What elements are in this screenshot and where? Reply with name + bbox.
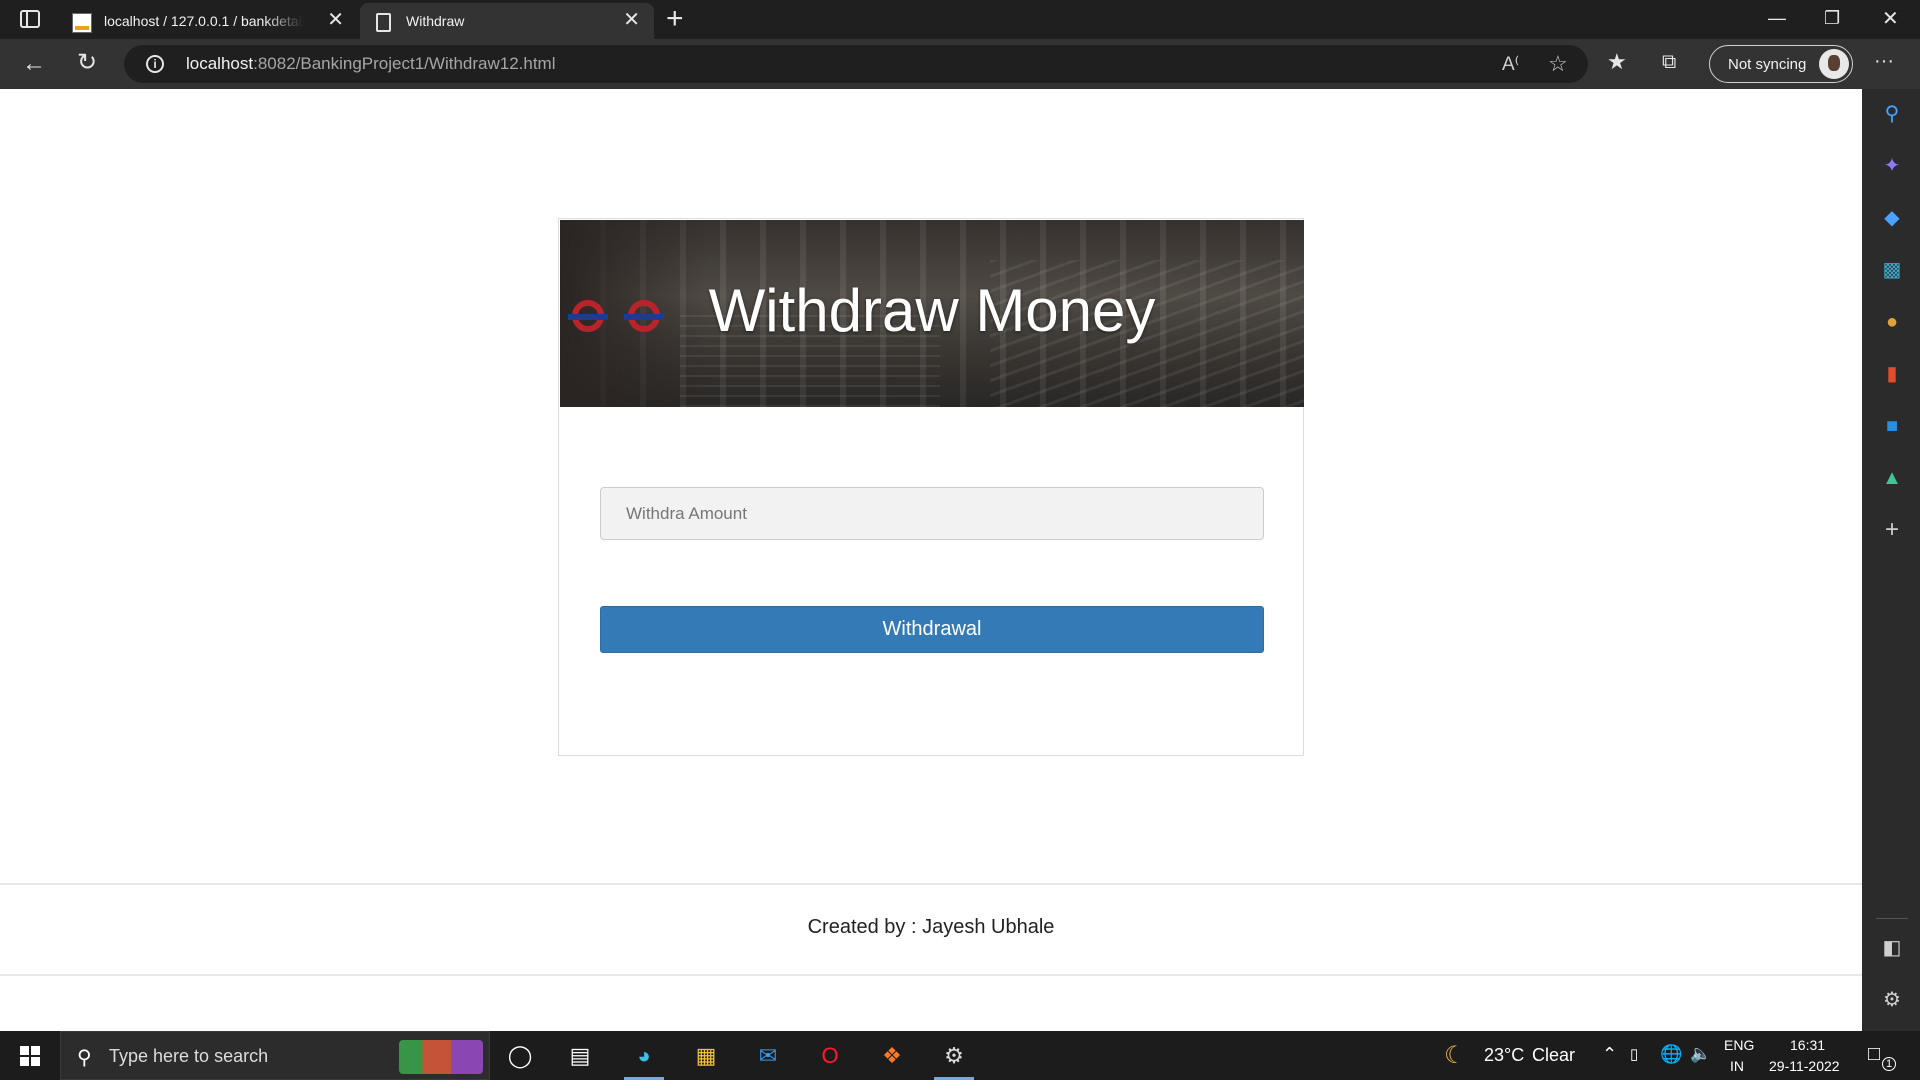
games-icon[interactable]: ● — [1881, 311, 1903, 333]
url-host: localhost — [186, 54, 254, 73]
notification-count-badge: 1 — [1882, 1057, 1896, 1071]
notifications-icon[interactable]: □ — [1868, 1043, 1880, 1066]
add-sidebar-app-icon[interactable]: + — [1881, 518, 1903, 542]
network-globe-icon[interactable]: 🌐 — [1660, 1044, 1682, 1065]
settings-gear-icon[interactable]: ⚙ — [1881, 989, 1903, 1011]
profile-sync-button[interactable]: Not syncing — [1709, 45, 1853, 83]
url-path: :8082/BankingProject1/Withdraw12.html — [253, 54, 556, 73]
phpmyadmin-favicon-icon — [72, 13, 92, 33]
windows-start-icon[interactable] — [20, 1046, 40, 1066]
battery-icon[interactable]: ▯ — [1630, 1045, 1638, 1063]
windows-taskbar: ⚲ Type here to search ◯ ▤ ◕ ▦ ✉ O ❖ ⚙ ☾ … — [0, 1031, 1920, 1080]
language-code[interactable]: ENG — [1724, 1037, 1754, 1053]
search-icon: ⚲ — [77, 1047, 92, 1069]
hero-banner: Withdraw Money — [560, 220, 1304, 407]
restore-icon[interactable]: ❐ — [1824, 8, 1840, 29]
xampp-icon[interactable]: ❖ — [876, 1040, 908, 1072]
edge-sidebar: ⚲ ✦ ◆ ▩ ● ▮ ■ ▲ + ◧ ⚙ — [1862, 89, 1920, 1031]
edge-browser-icon[interactable]: ◕ — [628, 1040, 660, 1072]
tab-title: Withdraw — [406, 13, 465, 29]
page-favicon-icon — [376, 13, 391, 32]
read-aloud-icon[interactable]: A⁽ — [1502, 53, 1519, 76]
task-view-icon[interactable]: ▤ — [564, 1040, 596, 1072]
weather-moon-icon[interactable]: ☾ — [1444, 1041, 1466, 1070]
withdraw-card: Withdraw Money Withdrawal — [558, 218, 1304, 756]
weather-temperature[interactable]: 23°C — [1484, 1045, 1524, 1066]
hide-sidebar-icon[interactable]: ◧ — [1881, 937, 1903, 959]
minimize-icon[interactable]: — — [1768, 8, 1786, 29]
withdrawal-button[interactable]: Withdrawal — [600, 606, 1264, 653]
sync-label: Not syncing — [1728, 56, 1807, 73]
page-title: Withdraw Money — [708, 277, 1156, 344]
site-info-icon[interactable]: i — [146, 55, 164, 73]
add-favorite-icon[interactable]: ☆ — [1548, 51, 1568, 77]
more-options-icon[interactable]: ··· — [1874, 49, 1894, 73]
outlook-icon[interactable]: ■ — [1881, 415, 1903, 437]
collections-icon[interactable]: ⧉ — [1662, 50, 1676, 74]
search-icon[interactable]: ⚲ — [1881, 103, 1903, 125]
copilot-sparkle-icon[interactable]: ✦ — [1881, 155, 1903, 177]
refresh-icon[interactable]: ↻ — [77, 51, 97, 75]
footer-credit: Created by : Jayesh Ubhale — [807, 916, 1055, 938]
url-text[interactable]: localhost:8082/BankingProject1/Withdraw1… — [186, 54, 556, 74]
search-highlight-gifts-icon — [399, 1040, 483, 1074]
tab-withdraw[interactable]: Withdraw ✕ — [360, 3, 654, 39]
weather-description[interactable]: Clear — [1532, 1045, 1575, 1066]
mail-icon[interactable]: ✉ — [752, 1040, 784, 1072]
clock-time[interactable]: 16:31 — [1790, 1037, 1825, 1053]
browser-titlebar: localhost / 127.0.0.1 / bankdetails ✕ Wi… — [0, 0, 1920, 39]
shopping-tag-icon[interactable]: ◆ — [1881, 207, 1903, 229]
tab-title: localhost / 127.0.0.1 / bankdetails — [104, 13, 304, 29]
office-icon[interactable]: ▮ — [1881, 363, 1903, 385]
cortana-icon[interactable]: ◯ — [504, 1040, 536, 1072]
address-bar[interactable]: i localhost:8082/BankingProject1/Withdra… — [124, 45, 1588, 83]
tab-actions-icon[interactable] — [20, 10, 40, 28]
footer-divider — [0, 883, 1862, 885]
withdraw-amount-input[interactable] — [600, 487, 1264, 540]
file-explorer-icon[interactable]: ▦ — [690, 1040, 722, 1072]
opera-icon[interactable]: O — [814, 1040, 846, 1072]
page-content: Withdraw Money Withdrawal Created by : J… — [0, 89, 1862, 1031]
new-tab-button[interactable]: + — [666, 4, 684, 34]
volume-icon[interactable]: 🔈 — [1690, 1044, 1711, 1064]
clock-date[interactable]: 29-11-2022 — [1769, 1058, 1840, 1074]
tab-close-icon[interactable]: ✕ — [327, 10, 344, 30]
footer-divider — [0, 974, 1862, 976]
window-close-icon[interactable]: ✕ — [1882, 6, 1899, 31]
region-code[interactable]: IN — [1730, 1058, 1744, 1074]
favorites-icon[interactable]: ★ — [1607, 50, 1627, 74]
show-hidden-icons-icon[interactable]: ⌃ — [1602, 1044, 1617, 1065]
tree-icon[interactable]: ▲ — [1881, 467, 1903, 489]
browser-toolbar: ← ↻ i localhost:8082/BankingProject1/Wit… — [0, 39, 1920, 89]
tab-close-icon[interactable]: ✕ — [623, 10, 640, 30]
back-arrow-icon[interactable]: ← — [22, 52, 46, 76]
taskbar-search[interactable]: ⚲ Type here to search — [60, 1031, 490, 1080]
avatar — [1819, 49, 1849, 79]
tab-phpmyadmin[interactable]: localhost / 127.0.0.1 / bankdetails ✕ — [58, 3, 358, 39]
sidebar-divider — [1876, 918, 1908, 919]
settings-app-icon[interactable]: ⚙ — [938, 1040, 970, 1072]
tools-briefcase-icon[interactable]: ▩ — [1881, 259, 1903, 281]
taskbar-search-placeholder: Type here to search — [109, 1046, 269, 1066]
